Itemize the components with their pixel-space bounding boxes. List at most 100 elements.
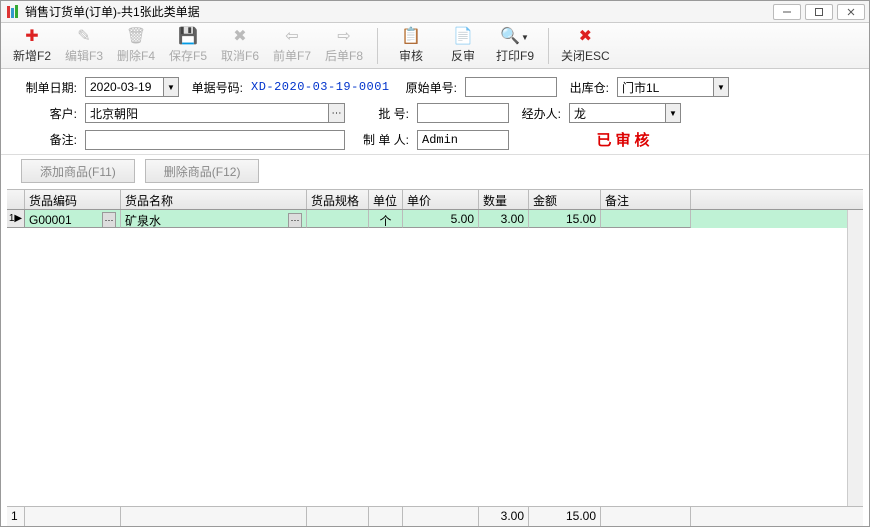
batch-field[interactable] [417, 103, 509, 123]
date-value: 2020-03-19 [85, 77, 163, 97]
col-price[interactable]: 单价 [403, 190, 479, 209]
cell-name[interactable]: 矿泉水⋯ [121, 210, 307, 228]
customer-field[interactable]: 北京朝阳 ⋯ [85, 103, 345, 123]
close-button-label: 关闭ESC [561, 47, 610, 64]
col-name[interactable]: 货品名称 [121, 190, 307, 209]
separator [377, 28, 378, 64]
col-unit[interactable]: 单位 [369, 190, 403, 209]
trash-icon: 🗑 [127, 27, 145, 45]
undo-doc-icon: 📄 [454, 27, 472, 45]
table-row[interactable]: 1▶ G00001⋯ 矿泉水⋯ 个 5.00 3.00 15.00 [7, 210, 863, 228]
batch-label: 批 号: [353, 105, 409, 122]
print-button[interactable]: 🔍 ▼ 打印F9 [494, 27, 536, 64]
customer-value: 北京朝阳 [85, 103, 329, 123]
footer-amount: 15.00 [529, 507, 601, 526]
origdoc-field[interactable] [465, 77, 557, 97]
next-button-label: 后单F8 [325, 47, 363, 64]
close-x-icon: ✖ [576, 27, 594, 45]
cell-unit[interactable]: 个 [369, 210, 403, 228]
titlebar: 销售订货单(订单)-共1张此类单据 [1, 1, 869, 23]
window-title: 销售订货单(订单)-共1张此类单据 [25, 3, 773, 20]
footer-qty: 3.00 [479, 507, 529, 526]
unaudit-button-label: 反审 [451, 47, 475, 64]
item-buttons-row: 添加商品(F11) 删除商品(F12) [1, 155, 869, 189]
audit-button[interactable]: 📋 审核 [390, 27, 432, 64]
handler-label: 经办人: [517, 105, 561, 122]
check-doc-icon: 📋 [402, 27, 420, 45]
close-esc-button[interactable]: ✖ 关闭ESC [561, 27, 610, 64]
separator [548, 28, 549, 64]
customer-label: 客户: [21, 105, 77, 122]
col-remark[interactable]: 备注 [601, 190, 691, 209]
warehouse-field[interactable]: 门市1L ▼ [617, 77, 729, 97]
print-button-label: 打印F9 [496, 47, 534, 64]
cell-remark[interactable] [601, 210, 691, 228]
cell-qty[interactable]: 3.00 [479, 210, 529, 228]
grid-footer: 1 3.00 15.00 [7, 506, 863, 526]
remark-label: 备注: [21, 131, 77, 148]
chevron-down-icon: ▼ [521, 33, 529, 42]
new-button-label: 新增F2 [13, 47, 51, 64]
origdoc-label: 原始单号: [401, 79, 457, 96]
next-button[interactable]: ⇨ 后单F8 [323, 27, 365, 64]
floppy-icon: 💾 [179, 27, 197, 45]
items-grid: 货品编码 货品名称 货品规格 单位 单价 数量 金额 备注 1▶ G00001⋯… [7, 189, 863, 526]
warehouse-value: 门市1L [617, 77, 713, 97]
ellipsis-icon[interactable]: ⋯ [329, 103, 345, 123]
save-button[interactable]: 💾 保存F5 [167, 27, 209, 64]
col-code[interactable]: 货品编码 [25, 190, 121, 209]
maker-label: 制 单 人: [353, 131, 409, 148]
col-qty[interactable]: 数量 [479, 190, 529, 209]
chevron-down-icon[interactable]: ▼ [665, 103, 681, 123]
approved-stamp: 已审核 [569, 129, 681, 150]
chevron-down-icon[interactable]: ▼ [713, 77, 729, 97]
toolbar: ✚ 新增F2 ✎ 编辑F3 🗑 删除F4 💾 保存F5 ✖ 取消F6 ⇦ 前单F… [1, 23, 869, 69]
docnum-label: 单据号码: [187, 79, 243, 96]
ellipsis-icon[interactable]: ⋯ [102, 212, 116, 228]
add-item-button[interactable]: 添加商品(F11) [21, 159, 135, 183]
audit-button-label: 审核 [399, 47, 423, 64]
pencil-icon: ✎ [75, 27, 93, 45]
footer-rowcount: 1 [7, 507, 25, 526]
prev-button-label: 前单F7 [273, 47, 311, 64]
warehouse-label: 出库仓: [565, 79, 609, 96]
edit-button-label: 编辑F3 [65, 47, 103, 64]
docnum-value: XD-2020-03-19-0001 [251, 80, 393, 94]
date-field[interactable]: 2020-03-19 ▼ [85, 77, 179, 97]
plus-icon: ✚ [23, 27, 41, 45]
delete-button[interactable]: 🗑 删除F4 [115, 27, 157, 64]
handler-field[interactable]: 龙 ▼ [569, 103, 681, 123]
cell-price[interactable]: 5.00 [403, 210, 479, 228]
arrow-left-icon: ⇦ [283, 27, 301, 45]
save-button-label: 保存F5 [169, 47, 207, 64]
maker-field: Admin [417, 130, 509, 150]
cancel-icon: ✖ [231, 27, 249, 45]
date-label: 制单日期: [21, 79, 77, 96]
col-amount[interactable]: 金额 [529, 190, 601, 209]
col-spec[interactable]: 货品规格 [307, 190, 369, 209]
close-button[interactable] [837, 4, 865, 20]
unaudit-button[interactable]: 📄 反审 [442, 27, 484, 64]
new-button[interactable]: ✚ 新增F2 [11, 27, 53, 64]
maximize-button[interactable] [805, 4, 833, 20]
cancel-button-label: 取消F6 [221, 47, 259, 64]
chevron-down-icon[interactable]: ▼ [163, 77, 179, 97]
cancel-button[interactable]: ✖ 取消F6 [219, 27, 261, 64]
del-item-button[interactable]: 删除商品(F12) [145, 159, 260, 183]
print-icon: 🔍 [501, 27, 519, 45]
edit-button[interactable]: ✎ 编辑F3 [63, 27, 105, 64]
cell-code[interactable]: G00001⋯ [25, 210, 121, 228]
grid-header: 货品编码 货品名称 货品规格 单位 单价 数量 金额 备注 [7, 190, 863, 210]
delete-button-label: 删除F4 [117, 47, 155, 64]
app-icon [5, 4, 21, 20]
prev-button[interactable]: ⇦ 前单F7 [271, 27, 313, 64]
rownum-header [7, 190, 25, 209]
minimize-button[interactable] [773, 4, 801, 20]
remark-field[interactable] [85, 130, 345, 150]
vertical-scrollbar[interactable] [847, 210, 863, 506]
grid-body: 1▶ G00001⋯ 矿泉水⋯ 个 5.00 3.00 15.00 [7, 210, 863, 506]
cell-spec[interactable] [307, 210, 369, 228]
cell-amount[interactable]: 15.00 [529, 210, 601, 228]
arrow-right-icon: ⇨ [335, 27, 353, 45]
ellipsis-icon[interactable]: ⋯ [288, 213, 302, 229]
